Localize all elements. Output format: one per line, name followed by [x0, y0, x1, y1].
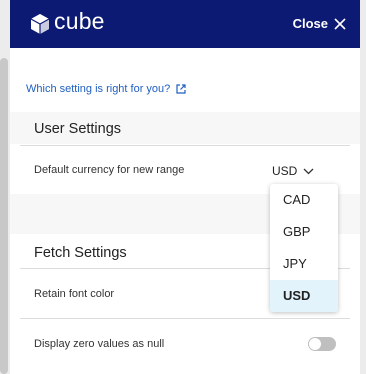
fetch-settings-title: Fetch Settings	[34, 245, 127, 261]
currency-option-usd[interactable]: USD	[270, 280, 338, 312]
window: cube Close Which setting is right for yo…	[0, 0, 366, 374]
user-settings-title: User Settings	[34, 121, 122, 137]
help-link-text: Which setting is right for you?	[26, 83, 171, 95]
help-link[interactable]: Which setting is right for you?	[26, 83, 186, 95]
close-icon	[334, 17, 346, 30]
external-link-icon	[176, 84, 186, 94]
currency-select-value: USD	[272, 164, 298, 178]
cube-logo-icon	[30, 14, 50, 34]
currency-option-gbp[interactable]: GBP	[270, 216, 338, 248]
chevron-down-icon	[303, 168, 314, 174]
currency-option-jpy[interactable]: JPY	[270, 248, 338, 280]
zero-as-null-row: Display zero values as null	[20, 318, 350, 374]
zero-as-null-toggle[interactable]	[308, 337, 336, 351]
panel-header: cube Close	[10, 0, 360, 48]
currency-select[interactable]: USD	[272, 164, 314, 178]
currency-dropdown: CAD GBP JPY USD	[270, 184, 338, 312]
default-currency-label: Default currency for new range	[34, 164, 185, 176]
brand-name: cube	[54, 8, 105, 34]
currency-option-cad[interactable]: CAD	[270, 184, 338, 216]
zero-as-null-label: Display zero values as null	[34, 338, 165, 350]
close-label: Close	[292, 16, 328, 31]
scrollbar[interactable]	[0, 58, 8, 374]
toggle-knob	[309, 338, 321, 350]
close-button[interactable]: Close	[293, 16, 346, 31]
retain-font-color-label: Retain font color	[34, 288, 115, 300]
